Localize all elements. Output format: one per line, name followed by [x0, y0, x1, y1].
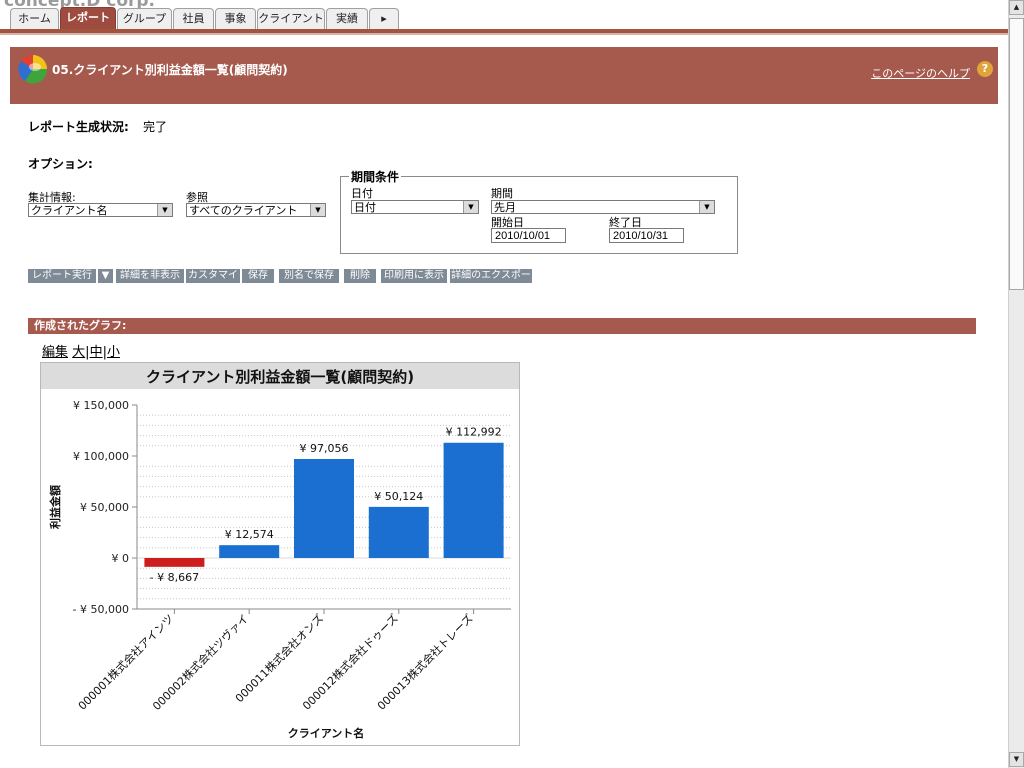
graph-size-links: 編集 大|中|小 [42, 345, 120, 360]
options-label: オプション: [28, 157, 93, 171]
page-title: 05.クライアント別利益金額一覧(顧問契約) [52, 63, 288, 77]
status-value: 完了 [143, 120, 168, 134]
tab-more-arrow[interactable]: ▸ [369, 8, 399, 29]
data-label: ¥ 97,056 [300, 442, 349, 455]
y-tick-label: ¥ 50,000 [80, 501, 129, 514]
run-report-dropdown[interactable]: ▼ [98, 269, 113, 283]
tab-bar: ホーム レポート グループ 社員 事象 クライアント 実績 ▸ [0, 0, 1008, 32]
date-select-value: 日付 [354, 201, 376, 214]
report-chart-icon [18, 54, 48, 84]
chart-title-bar: クライアント別利益金額一覧(顧問契約) [41, 363, 519, 389]
data-label: ¥ 12,574 [225, 528, 274, 541]
y-axis-title: 利益金額 [48, 485, 62, 529]
reference-select[interactable]: すべてのクライアント ▼ [186, 203, 326, 217]
edit-link[interactable]: 編集 [42, 345, 68, 360]
y-tick-label: ¥ 100,000 [73, 450, 129, 463]
chevron-down-icon: ▼ [157, 204, 172, 216]
start-date-input[interactable] [491, 228, 566, 243]
bar [443, 442, 504, 558]
hide-details-button[interactable]: 詳細を非表示 [116, 269, 184, 283]
scroll-down-icon[interactable]: ▼ [1009, 752, 1024, 767]
period-legend: 期間条件 [351, 170, 400, 184]
vertical-scrollbar[interactable]: ▲ ▼ [1008, 0, 1024, 768]
chart-title: クライアント別利益金額一覧(顧問契約) [145, 368, 415, 386]
data-label: ¥ 50,124 [374, 490, 423, 503]
y-tick-label: - ¥ 50,000 [73, 603, 129, 616]
status-label: レポート生成状況: [28, 120, 129, 134]
tab-home[interactable]: ホーム [10, 8, 59, 29]
bar [294, 459, 354, 558]
range-select[interactable]: 先月 ▼ [491, 200, 715, 214]
chart-container: クライアント別利益金額一覧(顧問契約) ¥ 150,000 ¥ 100,000 ¥ … [40, 362, 520, 746]
scroll-up-icon[interactable]: ▲ [1009, 0, 1024, 15]
page-header: 05.クライアント別利益金額一覧(顧問契約) このページのヘルプ ? [10, 47, 998, 104]
size-large-link[interactable]: 大 [72, 345, 85, 360]
help-link[interactable]: このページのヘルプ [871, 65, 970, 81]
bar [219, 545, 280, 558]
data-label: - ¥ 8,667 [150, 571, 199, 584]
bar [144, 558, 205, 567]
reference-select-value: すべてのクライアント [189, 204, 298, 217]
size-medium-link[interactable]: 中 [90, 345, 103, 360]
customize-button[interactable]: カスタマイズ [186, 269, 240, 295]
scroll-thumb[interactable] [1009, 18, 1024, 290]
bar-chart: ¥ 150,000 ¥ 100,000 ¥ 50,000 ¥ 0 - ¥ 50,000 -… [48, 399, 511, 740]
chevron-down-icon: ▼ [101, 270, 110, 281]
tab-results[interactable]: 実績 [326, 8, 368, 29]
export-details-button[interactable]: 詳細のエクスポート [450, 269, 532, 295]
graph-section-header: 作成されたグラフ: [28, 318, 976, 334]
aggregate-select[interactable]: クライアント名 ▼ [28, 203, 173, 217]
tab-groups[interactable]: グループ [117, 8, 172, 29]
size-small-link[interactable]: 小 [107, 345, 120, 360]
save-button[interactable]: 保存 [242, 269, 274, 283]
chevron-down-icon: ▼ [699, 201, 714, 213]
range-label: 期間 [491, 187, 513, 200]
help-icon[interactable]: ? [977, 61, 993, 77]
y-tick-label: ¥ 150,000 [73, 399, 129, 412]
y-tick-label: ¥ 0 [112, 552, 130, 565]
tab-underline-shadow [0, 33, 1008, 35]
tab-reports[interactable]: レポート [60, 7, 116, 30]
range-select-value: 先月 [494, 201, 516, 214]
aggregate-select-value: クライアント名 [31, 204, 108, 217]
x-axis-title: クライアント名 [288, 726, 365, 740]
print-view-button[interactable]: 印刷用に表示 [381, 269, 447, 283]
chevron-down-icon: ▼ [310, 204, 325, 216]
tab-employees[interactable]: 社員 [173, 8, 214, 29]
run-report-button[interactable]: レポート実行 [28, 269, 96, 283]
end-date-input[interactable] [609, 228, 684, 243]
delete-button[interactable]: 削除 [344, 269, 376, 283]
chevron-down-icon: ▼ [463, 201, 478, 213]
date-select[interactable]: 日付 ▼ [351, 200, 479, 214]
data-label: ¥ 112,992 [446, 426, 502, 439]
tab-events[interactable]: 事象 [215, 8, 256, 29]
date-label: 日付 [351, 187, 373, 200]
save-as-button[interactable]: 別名で保存 [279, 269, 339, 283]
tab-clients[interactable]: クライアント [257, 8, 325, 29]
bar [368, 506, 429, 558]
